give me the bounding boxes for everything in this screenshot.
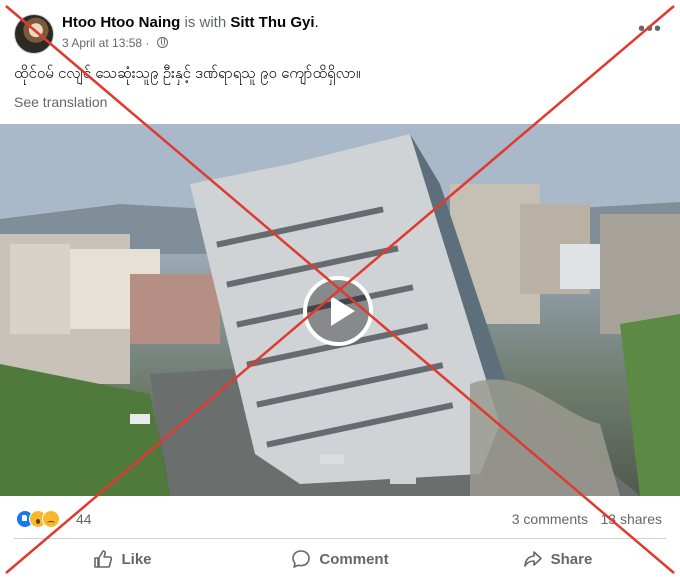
comment-button[interactable]: Comment (231, 541, 449, 577)
reactions-bar: 44 3 comments 13 shares (14, 508, 666, 530)
like-button[interactable]: Like (14, 541, 231, 577)
reaction-count[interactable]: 44 (76, 511, 92, 527)
post-header: Htoo Htoo Naing is with Sitt Thu Gyi. 3 … (14, 12, 666, 56)
with-text: is with (180, 14, 231, 31)
more-options-button[interactable]: ••• (634, 19, 666, 42)
reaction-icons[interactable] (16, 510, 76, 528)
globe-icon (156, 37, 168, 48)
play-icon (331, 296, 355, 326)
see-translation-link[interactable]: See translation (14, 94, 107, 110)
tagged-name[interactable]: Sitt Thu Gyi (230, 14, 314, 31)
video-player[interactable] (0, 124, 680, 496)
comment-label: Comment (319, 550, 389, 568)
shares-count[interactable]: 13 shares (601, 511, 662, 527)
post-text: ထိုင်ဝမ် ငလျင် သေဆုံးသူ၉ ဦးနှင့် ဒဏ်ရာရသ… (14, 65, 361, 82)
facebook-post: Htoo Htoo Naing is with Sitt Thu Gyi. 3 … (0, 0, 680, 579)
comment-icon (292, 550, 311, 568)
share-icon (523, 551, 542, 567)
comments-count[interactable]: 3 comments (512, 511, 588, 527)
action-bar: Like Comment Share (14, 541, 666, 579)
divider (14, 538, 666, 539)
post-timestamp[interactable]: 3 April at 13:58 · (62, 36, 153, 50)
period: . (314, 14, 319, 31)
author-line: Htoo Htoo Naing is with Sitt Thu Gyi. (62, 14, 319, 31)
like-label: Like (121, 550, 152, 568)
sad-reaction-icon (42, 510, 60, 528)
author-name[interactable]: Htoo Htoo Naing (62, 14, 180, 31)
thumbs-up-icon (94, 550, 113, 568)
share-label: Share (550, 550, 593, 568)
avatar[interactable] (14, 14, 54, 54)
play-button[interactable] (303, 276, 373, 346)
post-meta: 3 April at 13:58 · (62, 36, 168, 50)
share-button[interactable]: Share (449, 541, 666, 577)
